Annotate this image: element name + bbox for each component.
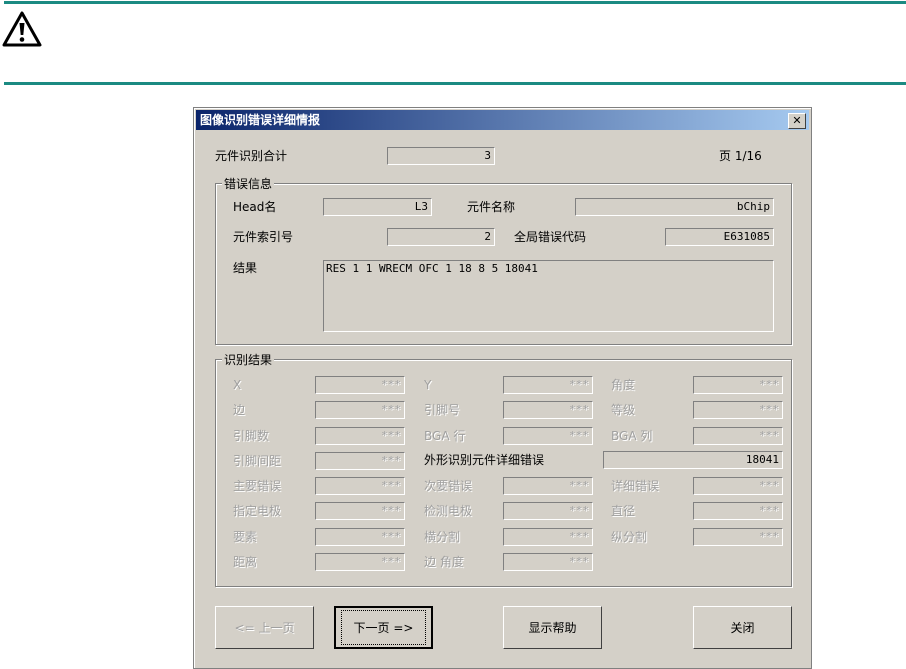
recognition-field: ***: [693, 477, 783, 495]
recognition-label: 检测电极: [424, 504, 473, 518]
warning-icon: [2, 11, 42, 47]
part-name-field: bChip: [575, 198, 774, 216]
recognition-field: ***: [315, 376, 405, 394]
error-detail-dialog: 图像识别错误详细情报 ✕ 元件识别合计 3 页 1/16 错误信息 Head名 …: [193, 107, 812, 669]
recognition-label: 主要错误: [233, 479, 282, 493]
recognition-label: 次要错误: [424, 479, 473, 493]
recognition-label: 边 角度: [424, 555, 464, 569]
recognition-label: X: [233, 378, 242, 392]
recognition-label: 指定电极: [233, 504, 282, 518]
part-name-label: 元件名称: [467, 200, 516, 214]
recognition-field: ***: [503, 427, 593, 445]
count-field: 3: [387, 147, 495, 165]
recognition-field: ***: [503, 376, 593, 394]
head-field: L3: [323, 198, 432, 216]
recognition-field: ***: [503, 553, 593, 571]
recognition-field: ***: [693, 427, 783, 445]
recognition-field: ***: [693, 376, 783, 394]
recognition-label: 等级: [611, 403, 636, 417]
recognition-label: 引脚号: [424, 403, 461, 417]
recognition-label: 要素: [233, 530, 258, 544]
recognition-field: ***: [315, 427, 405, 445]
recognition-label: 横分割: [424, 530, 461, 544]
recognition-label: 角度: [611, 378, 636, 392]
global-code-field: E631085: [665, 228, 774, 246]
count-label: 元件识别合计: [215, 149, 288, 163]
recognition-field: ***: [315, 401, 405, 419]
index-field: 2: [387, 228, 495, 246]
recognition-label: 距离: [233, 555, 258, 569]
close-icon[interactable]: ✕: [788, 113, 806, 129]
recognition-label: 纵分割: [611, 530, 648, 544]
page-indicator: 页 1/16: [719, 149, 762, 163]
recognition-label: BGA 列: [611, 429, 653, 443]
dialog-title: 图像识别错误详细情报: [200, 113, 321, 127]
recognition-field: ***: [315, 477, 405, 495]
recognition-label: 边: [233, 403, 246, 417]
close-label: 关闭: [730, 621, 755, 635]
shape-error-field: 18041: [603, 451, 783, 469]
recognition-label: 引脚间距: [233, 454, 282, 468]
index-label: 元件索引号: [233, 230, 294, 244]
recognition-field: ***: [315, 553, 405, 571]
recognition-field: ***: [693, 502, 783, 520]
recognition-field: ***: [315, 528, 405, 546]
recognition-field: ***: [503, 401, 593, 419]
next-page-label: 下一页 =>: [340, 610, 427, 645]
recognition-field: ***: [693, 528, 783, 546]
recognition-label: BGA 行: [424, 429, 466, 443]
shape-error-label: 外形识别元件详细错误: [424, 453, 545, 467]
recognition-label: Y: [424, 378, 432, 392]
prev-page-button[interactable]: <= 上一页: [215, 606, 314, 649]
dialog-titlebar: 图像识别错误详细情报 ✕: [196, 110, 809, 130]
result-label: 结果: [233, 261, 258, 275]
recognition-field: ***: [315, 502, 405, 520]
recognition-field: ***: [693, 401, 783, 419]
top-rule: [4, 1, 906, 4]
show-help-button[interactable]: 显示帮助: [503, 606, 602, 649]
global-code-label: 全局错误代码: [514, 230, 587, 244]
error-info-title: 错误信息: [222, 175, 275, 192]
recognition-field: ***: [503, 477, 593, 495]
recognition-field: ***: [315, 452, 405, 470]
close-button[interactable]: 关闭: [693, 606, 792, 649]
bottom-rule: [4, 82, 906, 85]
prev-page-label: <= 上一页: [234, 621, 295, 635]
show-help-label: 显示帮助: [528, 621, 577, 635]
recognition-label: 直径: [611, 504, 636, 518]
next-page-button[interactable]: 下一页 =>: [334, 606, 433, 649]
recognition-field: ***: [503, 528, 593, 546]
recognition-field: ***: [503, 502, 593, 520]
head-label: Head名: [233, 200, 277, 214]
result-textarea[interactable]: RES 1 1 WRECM OFC 1 18 8 5 18041: [323, 260, 774, 332]
recognition-title: 识别结果: [222, 351, 275, 368]
recognition-label: 详细错误: [611, 479, 660, 493]
recognition-label: 引脚数: [233, 429, 270, 443]
